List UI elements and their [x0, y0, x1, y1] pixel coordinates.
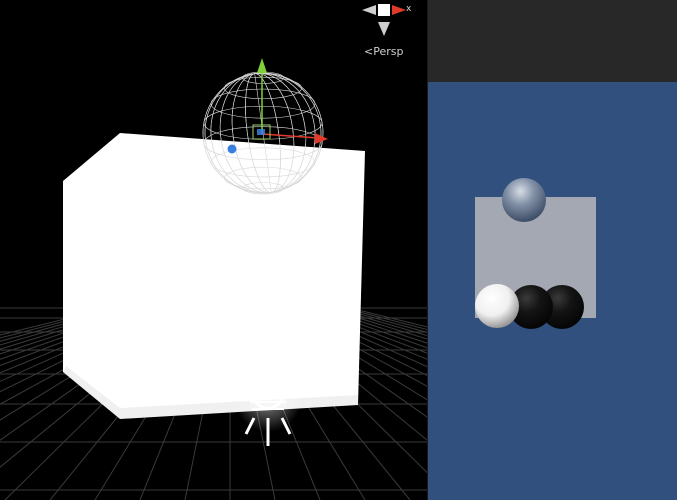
projection-glyph: < [364, 45, 374, 58]
white-sphere[interactable] [475, 284, 519, 328]
game-panel [428, 0, 677, 500]
projection-text: Persp [373, 45, 404, 58]
grey-sphere[interactable] [502, 178, 546, 222]
cube[interactable] [63, 133, 365, 419]
projection-label[interactable]: <Persp [364, 45, 403, 58]
sphere-latitude [210, 88, 316, 119]
scene-canvas[interactable] [0, 0, 427, 500]
axis-x-label: x [406, 4, 412, 14]
game-view[interactable] [428, 82, 677, 500]
game-canvas [475, 178, 596, 329]
scene-gizmo-icon[interactable] [362, 4, 406, 36]
z-handle-dot[interactable] [227, 144, 237, 154]
scene-view[interactable]: <Persp x [0, 0, 427, 500]
move-tool-icon[interactable] [252, 58, 328, 144]
game-toolbar [428, 0, 677, 82]
